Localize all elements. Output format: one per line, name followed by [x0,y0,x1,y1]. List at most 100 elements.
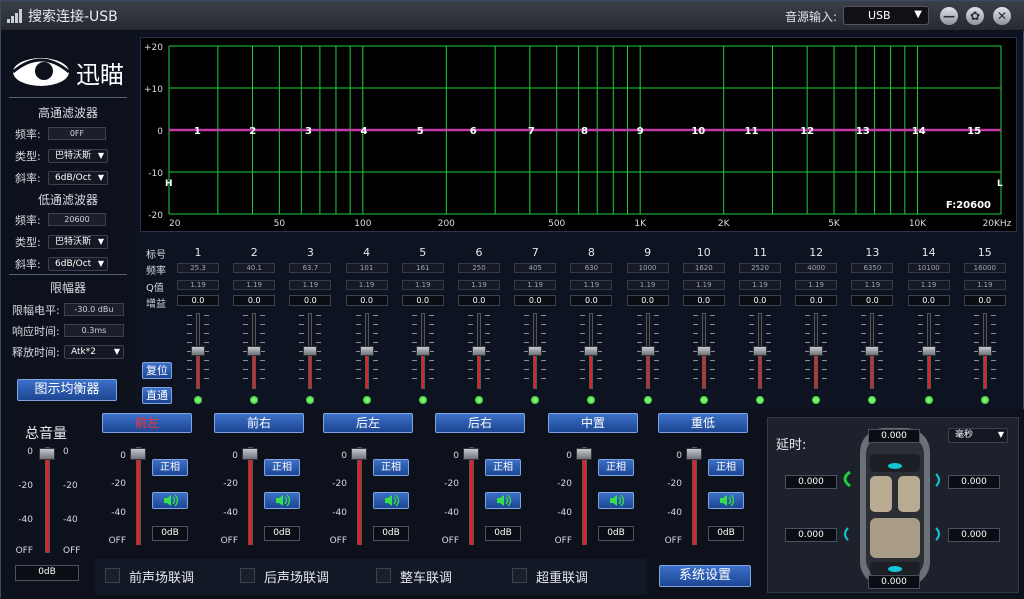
band-gain-field[interactable]: 0.0 [401,295,444,306]
band-q-field[interactable]: 1.19 [626,280,669,290]
band-gain-slider[interactable] [468,313,490,393]
band-gain-slider[interactable] [580,313,603,393]
band-gain-slider[interactable] [805,313,828,393]
band-gain-slider[interactable] [411,313,434,393]
slider-knob[interactable] [865,346,880,356]
channel-select-button[interactable]: 后左 [323,413,413,433]
slider-knob[interactable] [303,346,318,356]
channel-volume-slider[interactable] [348,447,370,547]
band-q-field[interactable]: 1.19 [345,280,388,290]
band-freq-field[interactable]: 101 [345,263,388,273]
mute-button[interactable] [485,492,521,509]
lowpass-freq-field[interactable]: 20600 [48,213,106,226]
slider-knob[interactable] [696,346,711,356]
channel-volume-slider[interactable] [239,447,261,547]
band-freq-field[interactable]: 4000 [795,263,838,273]
mute-button[interactable] [373,492,409,509]
highpass-type-select[interactable]: 巴特沃斯 ▼ [48,149,108,163]
band-q-field[interactable]: 1.19 [458,280,500,290]
delay-sub-field[interactable]: 0.000 [868,575,920,589]
band-freq-field[interactable]: 25.3 [177,263,219,273]
band-gain-field[interactable]: 0.0 [739,295,781,306]
slider-knob[interactable] [753,346,767,356]
band-q-field[interactable]: 1.19 [570,280,613,290]
slider-knob[interactable] [686,448,702,460]
delay-front-right-field[interactable]: 0.000 [948,475,1000,489]
band-gain-slider[interactable] [636,313,659,393]
slider-knob[interactable] [463,448,479,460]
slider-knob[interactable] [584,346,599,356]
band-freq-field[interactable]: 1620 [682,263,725,273]
channel-select-button[interactable]: 前左 [102,413,192,433]
slider-knob[interactable] [921,346,936,356]
band-gain-slider[interactable] [187,313,209,393]
highpass-slope-select[interactable]: 6dB/Oct ▼ [48,171,108,185]
phase-button[interactable]: 正相 [373,459,409,476]
delay-rear-right-field[interactable]: 0.000 [948,528,1000,542]
limiter-release-select[interactable]: Atk*2 ▼ [64,345,124,359]
band-freq-field[interactable]: 6350 [851,263,894,273]
phase-button[interactable]: 正相 [598,459,634,476]
phase-button[interactable]: 正相 [485,459,521,476]
band-gain-field[interactable]: 0.0 [458,295,500,306]
slider-knob[interactable] [640,346,655,356]
delay-rear-left-field[interactable]: 0.000 [785,528,837,542]
band-q-field[interactable]: 1.19 [514,280,557,290]
source-input-select[interactable]: USB ▼ [843,6,929,25]
slider-knob[interactable] [576,448,592,460]
front-link-checkbox[interactable]: 前声场联调 [105,567,194,586]
slider-knob[interactable] [977,346,992,356]
band-gain-slider[interactable] [749,313,771,393]
channel-volume-slider[interactable] [127,447,149,547]
band-gain-field[interactable]: 0.0 [177,295,219,306]
band-q-field[interactable]: 1.19 [177,280,219,290]
rear-link-checkbox[interactable]: 后声场联调 [240,567,329,586]
lowpass-slope-select[interactable]: 6dB/Oct ▼ [48,257,108,271]
band-gain-slider[interactable] [917,313,940,393]
band-freq-field[interactable]: 161 [401,263,444,273]
band-gain-slider[interactable] [973,313,996,393]
band-freq-field[interactable]: 250 [458,263,500,273]
delay-center-field[interactable]: 0.000 [868,429,920,443]
slider-knob[interactable] [415,346,430,356]
slider-knob[interactable] [359,346,374,356]
band-freq-field[interactable]: 405 [514,263,557,273]
channel-select-button[interactable]: 后右 [435,413,525,433]
mute-button[interactable] [708,492,744,509]
mute-button[interactable] [598,492,634,509]
band-q-field[interactable]: 1.19 [682,280,725,290]
whole-link-checkbox[interactable]: 整车联调 [376,567,452,586]
band-gain-field[interactable]: 0.0 [851,295,894,306]
band-gain-field[interactable]: 0.0 [626,295,669,306]
bypass-button[interactable]: 直通 [142,387,172,404]
band-q-field[interactable]: 1.19 [739,280,781,290]
band-gain-slider[interactable] [692,313,715,393]
band-freq-field[interactable]: 10100 [907,263,950,273]
band-gain-field[interactable]: 0.0 [514,295,557,306]
slider-knob[interactable] [472,346,486,356]
band-freq-field[interactable]: 630 [570,263,613,273]
minimize-button[interactable]: — [940,7,958,25]
channel-volume-slider[interactable] [460,447,482,547]
band-freq-field[interactable]: 40.1 [233,263,276,273]
band-freq-field[interactable]: 63.7 [289,263,332,273]
band-q-field[interactable]: 1.19 [795,280,838,290]
phase-button[interactable]: 正相 [152,459,188,476]
system-settings-button[interactable]: 系统设置 [659,565,751,587]
mute-button[interactable] [152,492,188,509]
channel-select-button[interactable]: 重低 [658,413,748,433]
band-freq-field[interactable]: 1000 [626,263,669,273]
master-volume-slider[interactable] [36,447,58,555]
mute-button[interactable] [264,492,300,509]
band-q-field[interactable]: 1.19 [907,280,950,290]
channel-volume-slider[interactable] [683,447,705,547]
slider-knob[interactable] [130,448,146,460]
band-gain-field[interactable]: 0.0 [795,295,838,306]
band-gain-slider[interactable] [861,313,884,393]
band-freq-field[interactable]: 16000 [963,263,1006,273]
limiter-response-field[interactable]: 0.3ms [64,324,124,337]
highpass-freq-field[interactable]: 0FF [48,127,106,140]
slider-knob[interactable] [351,448,367,460]
band-gain-field[interactable]: 0.0 [345,295,388,306]
reset-button[interactable]: 复位 [142,362,172,379]
